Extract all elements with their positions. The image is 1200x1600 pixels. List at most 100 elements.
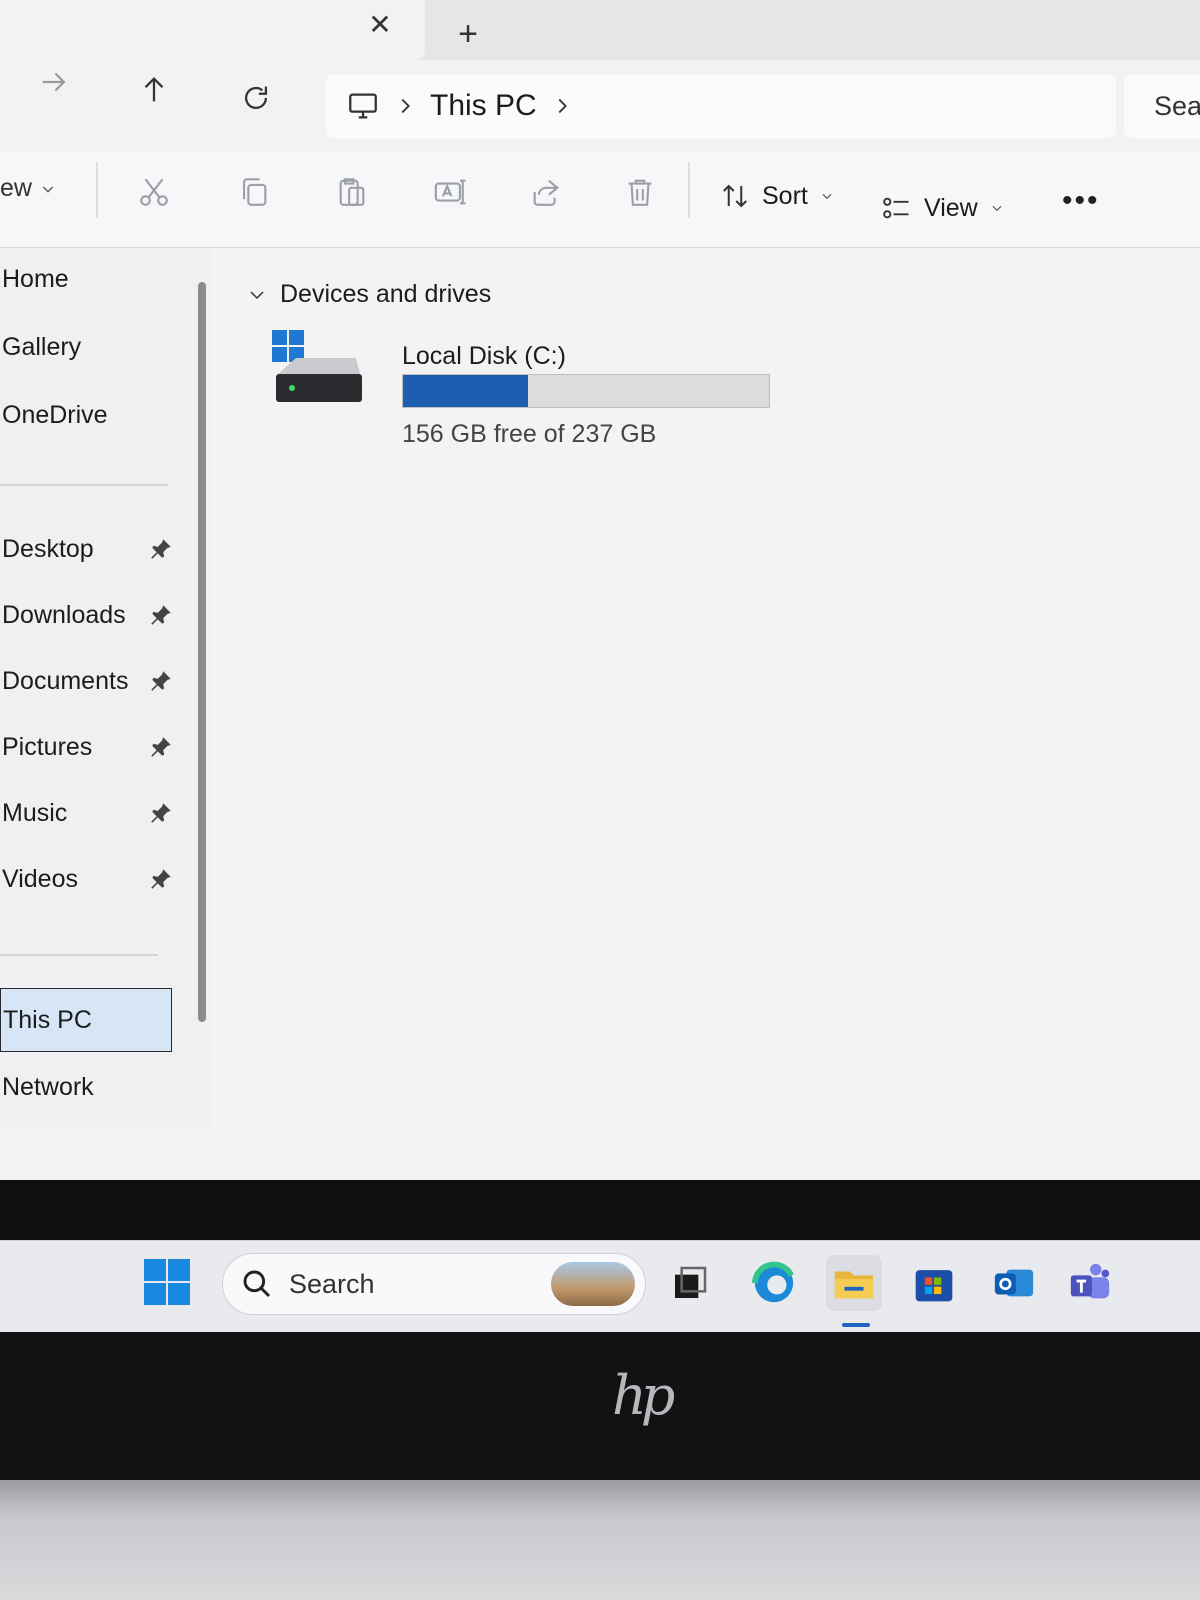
refresh-button[interactable]: [234, 76, 278, 120]
hard-drive-icon: [272, 330, 362, 402]
teams-button[interactable]: [1062, 1255, 1118, 1311]
view-button[interactable]: View: [880, 188, 1004, 228]
sidebar-item-downloads[interactable]: Downloads: [0, 588, 180, 642]
delete-icon: [628, 179, 652, 206]
sidebar-item-videos[interactable]: Videos: [0, 852, 180, 906]
store-button[interactable]: [906, 1255, 962, 1311]
sidebar-item-gallery[interactable]: Gallery: [0, 320, 180, 374]
chevron-right-icon[interactable]: [537, 95, 587, 117]
command-bar: ew Sort View •••: [0, 152, 1200, 248]
sidebar-divider: [0, 954, 158, 956]
paste-button[interactable]: [330, 170, 374, 214]
drive-usage-fill: [403, 375, 529, 407]
active-app-indicator: [842, 1323, 870, 1327]
up-button[interactable]: [132, 68, 176, 112]
sidebar-item-label: Videos: [2, 864, 78, 893]
tab-close-button[interactable]: ✕: [362, 6, 398, 42]
pin-icon[interactable]: [148, 734, 174, 760]
arrow-right-icon: [42, 72, 66, 92]
more-options-button[interactable]: •••: [1062, 184, 1100, 218]
drive-tile-c[interactable]: Local Disk (C:) 156 GB free of 237 GB: [272, 330, 772, 450]
outlook-icon: [994, 1269, 1034, 1297]
sidebar-item-label: Gallery: [2, 332, 82, 361]
pin-icon[interactable]: [148, 536, 174, 562]
group-header-devices[interactable]: Devices and drives: [248, 280, 491, 309]
share-button[interactable]: [524, 170, 568, 214]
task-view-button[interactable]: [662, 1255, 718, 1311]
edge-icon: [751, 1261, 794, 1303]
delete-button[interactable]: [618, 170, 662, 214]
sidebar-divider: [0, 484, 168, 486]
outlook-button[interactable]: [986, 1255, 1042, 1311]
windows-start-icon[interactable]: [142, 1257, 192, 1307]
sort-icon: [723, 184, 747, 208]
pin-icon[interactable]: [148, 602, 174, 628]
taskbar: Search: [0, 1240, 1200, 1332]
sidebar-scrollbar[interactable]: [198, 282, 206, 1022]
sidebar-item-label: Documents: [2, 666, 129, 695]
new-tab-button[interactable]: +: [450, 15, 486, 53]
laptop-bezel: hp: [0, 1332, 1200, 1480]
view-icon: [883, 197, 909, 219]
chevron-right-icon: [380, 95, 430, 117]
cut-icon: [140, 178, 168, 206]
task-view-icon: [675, 1266, 707, 1298]
sidebar-item-onedrive[interactable]: OneDrive: [0, 388, 180, 442]
sidebar-item-home[interactable]: Home: [0, 252, 180, 306]
search-icon: [243, 1270, 271, 1298]
copy-button[interactable]: [232, 170, 276, 214]
new-button[interactable]: ew: [0, 174, 56, 203]
breadcrumb-this-pc[interactable]: This PC: [430, 89, 537, 123]
address-bar[interactable]: This PC: [326, 74, 1116, 138]
drive-usage-bar: [402, 374, 770, 408]
store-icon: [915, 1270, 953, 1302]
teams-icon: [1070, 1263, 1110, 1299]
sidebar-item-music[interactable]: Music: [0, 786, 180, 840]
arrow-up-icon: [144, 77, 164, 102]
sidebar-item-pictures[interactable]: Pictures: [0, 720, 180, 774]
sidebar-item-desktop[interactable]: Desktop: [0, 522, 180, 576]
toolbar-divider: [688, 162, 690, 218]
sidebar-item-this-pc[interactable]: This PC: [0, 988, 172, 1052]
navigation-pane: Home Gallery OneDrive Desktop Downloads …: [0, 248, 210, 1128]
screen: ✕ + This PC Sear: [0, 0, 1200, 1180]
pin-icon[interactable]: [148, 800, 174, 826]
rename-button[interactable]: [428, 170, 472, 214]
copy-icon: [243, 178, 267, 206]
search-input[interactable]: Sear: [1124, 74, 1200, 138]
tab-bar: ✕ +: [0, 0, 1200, 60]
pin-icon[interactable]: [148, 866, 174, 892]
content-pane: Devices and drives Local Disk (C:) 156 G…: [220, 248, 1200, 1128]
edge-button[interactable]: [746, 1255, 802, 1311]
sidebar-item-label: Home: [2, 264, 69, 293]
sidebar-item-network[interactable]: Network: [0, 1060, 180, 1114]
sidebar-item-label: Downloads: [2, 600, 126, 629]
navigation-bar: This PC Sear: [0, 60, 1200, 152]
sidebar-item-label: Pictures: [2, 732, 93, 761]
group-title: Devices and drives: [280, 280, 492, 308]
drive-name: Local Disk (C:): [402, 342, 566, 370]
search-placeholder: Sear: [1154, 90, 1200, 121]
forward-button[interactable]: [32, 60, 76, 104]
taskbar-search[interactable]: Search: [222, 1253, 646, 1315]
sidebar-item-label: This PC: [3, 1005, 92, 1034]
search-highlight-image[interactable]: [551, 1262, 635, 1306]
pin-icon[interactable]: [148, 668, 174, 694]
screen-bottom-edge: [0, 1180, 1200, 1240]
chevron-down-icon: [42, 186, 54, 193]
sidebar-item-label: Music: [2, 798, 68, 827]
sort-button[interactable]: Sort: [720, 176, 834, 216]
more-icon: •••: [1062, 184, 1100, 217]
drive-free-space: 156 GB free of 237 GB: [402, 420, 657, 448]
toolbar-divider: [96, 162, 98, 218]
file-explorer-icon: [834, 1271, 874, 1299]
file-explorer-button[interactable]: [826, 1255, 882, 1311]
sidebar-item-label: Network: [2, 1072, 94, 1101]
monitor-icon: [346, 89, 380, 123]
sort-label: Sort: [762, 181, 808, 210]
cut-button[interactable]: [132, 170, 176, 214]
sidebar-item-label: OneDrive: [2, 400, 108, 429]
sidebar-item-documents[interactable]: Documents: [0, 654, 180, 708]
hp-logo: hp: [612, 1364, 675, 1427]
close-icon: ✕: [368, 8, 392, 40]
